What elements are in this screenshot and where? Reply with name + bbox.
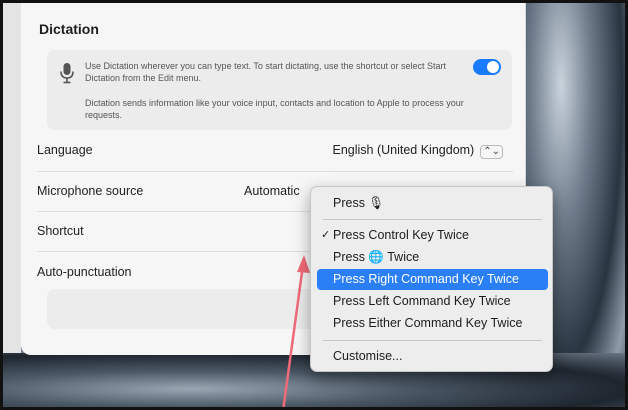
chevron-updown-icon: ⌃⌄ [480, 145, 503, 159]
menu-item-right-command-twice[interactable]: Press Right Command Key Twice [317, 269, 548, 290]
microphone-label: Microphone source [37, 184, 144, 198]
menu-item-left-command-twice[interactable]: Press Left Command Key Twice [317, 291, 548, 312]
menu-item-label: Press Control Key Twice [333, 228, 469, 242]
dictation-info-box: Use Dictation wherever you can type text… [47, 50, 512, 130]
language-value[interactable]: English (United Kingdom) ⌃⌄ [332, 143, 503, 159]
sidebar-edge [3, 3, 21, 353]
menu-item-either-command-twice[interactable]: Press Either Command Key Twice [317, 313, 548, 334]
menu-item-label: Press Left Command Key Twice [333, 294, 511, 308]
menu-item-control-twice[interactable]: ✓ Press Control Key Twice [317, 225, 548, 246]
menu-divider [323, 340, 542, 341]
dictation-privacy-note: Dictation sends information like your vo… [85, 98, 464, 120]
menu-item-label: Press 🌐 Twice [333, 250, 420, 264]
section-title: Dictation [39, 21, 99, 37]
language-row[interactable]: Language English (United Kingdom) ⌃⌄ [37, 131, 513, 171]
menu-item-customise[interactable]: Customise... [317, 346, 548, 367]
shortcut-popup-menu: Press 🎙 ✓ Press Control Key Twice Press … [310, 186, 553, 372]
menu-item-label: Press Either Command Key Twice [333, 316, 523, 330]
screenshot-frame: Dictation Use Dictation wherever you can… [0, 0, 628, 410]
menu-item-label: Press Right Command Key Twice [333, 272, 519, 286]
menu-divider [323, 219, 542, 220]
menu-item-label: Press 🎙 [333, 196, 385, 210]
shortcut-label: Shortcut [37, 224, 84, 238]
dictation-description: Use Dictation wherever you can type text… [85, 61, 447, 83]
microphone-value[interactable]: Automatic [244, 184, 300, 198]
checkmark-icon: ✓ [321, 229, 331, 241]
autopunctuation-label: Auto-punctuation [37, 265, 132, 279]
menu-item-globe-twice[interactable]: Press 🌐 Twice [317, 247, 548, 268]
language-value-text: English (United Kingdom) [332, 143, 475, 157]
language-label: Language [37, 143, 93, 157]
dictation-toggle[interactable] [473, 59, 501, 75]
menu-item-label: Customise... [333, 349, 403, 363]
microphone-icon [60, 63, 74, 84]
menu-item-press-mic[interactable]: Press 🎙 [317, 193, 548, 214]
